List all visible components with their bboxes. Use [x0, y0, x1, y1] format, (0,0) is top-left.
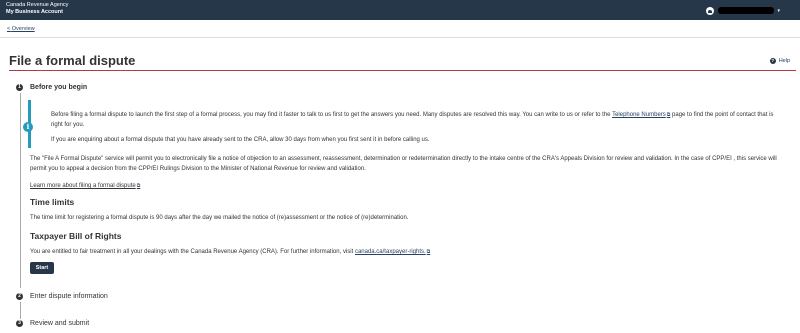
user-menu[interactable]: ▾: [706, 6, 780, 15]
rights-text: You are entitled to fair treatment in al…: [30, 249, 354, 255]
taxpayer-rights-label: canada.ca/taxpayer-rights.: [354, 249, 426, 255]
info-paragraph-2: If you are enquiring about a formal disp…: [51, 137, 430, 143]
page-title: File a formal dispute: [9, 53, 136, 68]
account-name: My Business Account: [6, 9, 63, 15]
external-link-icon: ⧉: [666, 112, 671, 118]
help-icon: ?: [769, 58, 776, 64]
breadcrumb-divider: [0, 37, 800, 38]
step-3-number: 3: [16, 320, 23, 327]
step-2-title[interactable]: Enter dispute information: [30, 293, 108, 300]
step-2-number: 2: [16, 293, 23, 300]
external-link-icon: ⧉: [426, 249, 431, 255]
title-divider: [9, 70, 796, 71]
chevron-down-icon: ▾: [777, 7, 780, 14]
time-limits-text: The time limit for registering a formal …: [30, 215, 409, 221]
top-bar: Canada Revenue Agency My Business Accoun…: [0, 0, 800, 20]
step-1-number: 1: [16, 84, 23, 91]
start-button[interactable]: Start: [30, 262, 54, 274]
telephone-numbers-label: Telephone Numbers: [612, 112, 666, 118]
chevron-left-icon: <: [7, 26, 11, 32]
help-label: Help: [778, 58, 790, 64]
service-description: The "File A Formal Dispute" service will…: [30, 156, 777, 172]
help-link[interactable]: ? Help: [769, 58, 790, 64]
rights-paragraph: You are entitled to fair treatment in al…: [30, 247, 790, 257]
info-paragraph-1: Before filing a formal dispute to launch…: [51, 110, 781, 130]
step-connector: [19, 93, 21, 288]
step-1-title[interactable]: Before you begin: [30, 84, 87, 91]
telephone-numbers-link[interactable]: Telephone Numbers⧉: [612, 112, 670, 118]
learn-more-link[interactable]: Learn more about filing a formal dispute…: [30, 181, 140, 191]
info-text: Before filing a formal dispute to launch…: [51, 112, 611, 118]
breadcrumb-overview-link[interactable]: < Overview: [7, 26, 35, 32]
time-limits-heading: Time limits: [30, 197, 75, 207]
step-connector: [19, 302, 21, 319]
external-link-icon: ⧉: [136, 183, 141, 189]
step-3-title[interactable]: Review and submit: [30, 320, 89, 327]
redacted-username: [718, 7, 775, 14]
taxpayer-rights-link[interactable]: canada.ca/taxpayer-rights.⧉: [355, 249, 430, 255]
breadcrumb-label: Overview: [11, 26, 35, 32]
info-icon: i: [23, 122, 33, 132]
learn-more-label: Learn more about filing a formal dispute: [30, 183, 136, 189]
agency-name: Canada Revenue Agency: [6, 2, 69, 8]
info-callout: i Before filing a formal dispute to laun…: [23, 100, 793, 148]
rights-heading: Taxpayer Bill of Rights: [30, 231, 122, 241]
user-icon: [706, 6, 715, 15]
